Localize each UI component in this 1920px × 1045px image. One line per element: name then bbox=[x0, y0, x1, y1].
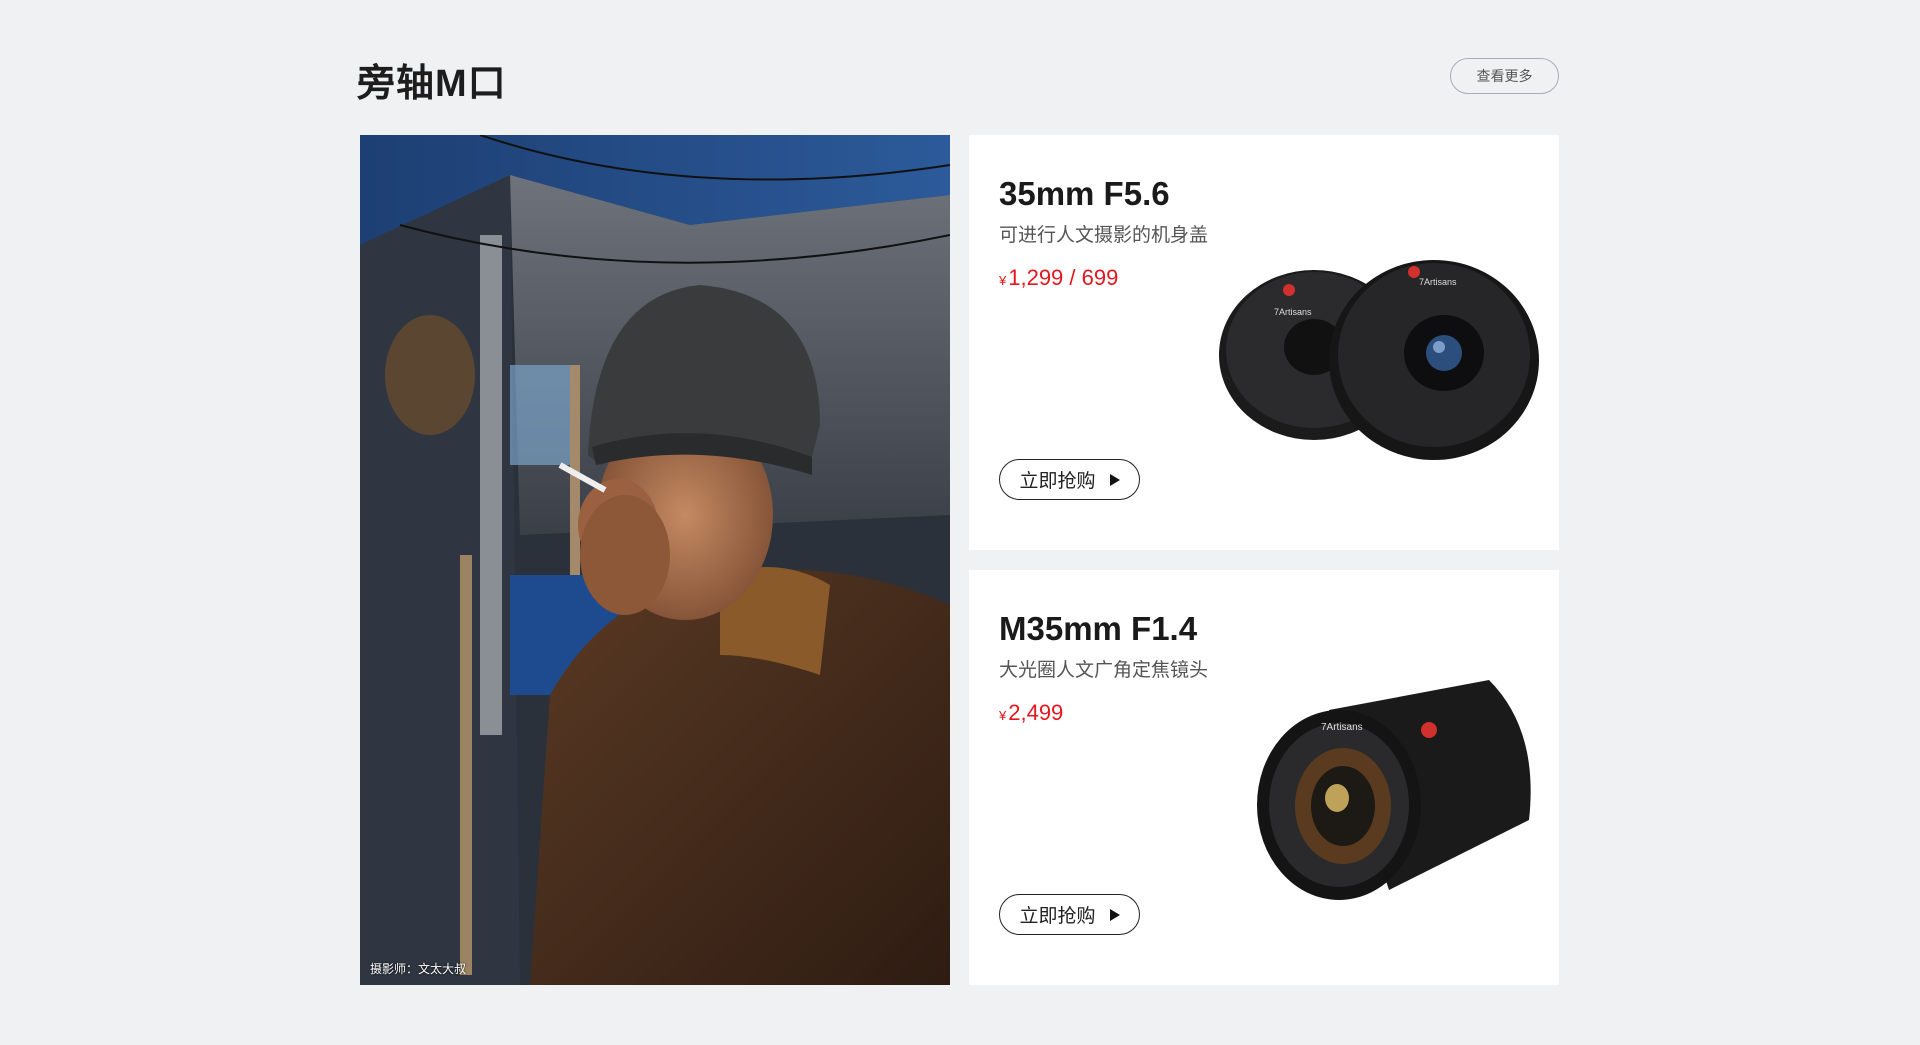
lens-brand-mark: 7Artisans bbox=[1274, 307, 1312, 317]
product-price: ¥ 1,299 / 699 bbox=[999, 265, 1118, 291]
wide-angle-lens-image[interactable]: 7Artisans bbox=[1239, 670, 1539, 920]
product-card[interactable]: 35mm F5.6 可进行人文摄影的机身盖 ¥ 1,299 / 699 立即抢购… bbox=[969, 135, 1559, 550]
product-description: 大光圈人文广角定焦镜头 bbox=[999, 660, 1209, 681]
product-name[interactable]: 35mm F5.6 bbox=[999, 175, 1170, 213]
product-price: ¥ 2,499 bbox=[999, 700, 1063, 726]
product-name[interactable]: M35mm F1.4 bbox=[999, 610, 1197, 648]
buy-now-button[interactable]: 立即抢购 bbox=[999, 894, 1140, 935]
view-more-button[interactable]: 查看更多 bbox=[1450, 58, 1559, 94]
price-value: 1,299 / 699 bbox=[1008, 265, 1119, 290]
price-value: 2,499 bbox=[1008, 700, 1064, 725]
buy-now-label: 立即抢购 bbox=[1019, 471, 1096, 492]
currency-symbol: ¥ bbox=[999, 708, 1007, 723]
play-arrow-icon bbox=[1109, 473, 1120, 486]
product-card[interactable]: M35mm F1.4 大光圈人文广角定焦镜头 ¥ 2,499 立即抢购 7Art… bbox=[969, 570, 1559, 985]
buy-now-label: 立即抢购 bbox=[1019, 906, 1096, 927]
photo-credit: 摄影师：文太大叔 bbox=[370, 962, 467, 976]
street-portrait-image bbox=[360, 135, 950, 985]
product-description: 可进行人文摄影的机身盖 bbox=[999, 225, 1209, 246]
currency-symbol: ¥ bbox=[999, 273, 1007, 288]
feature-photo: 摄影师：文太大叔 bbox=[360, 135, 950, 985]
section-title: 旁轴M口 bbox=[357, 63, 507, 105]
lens-brand-mark: 7Artisans bbox=[1419, 277, 1457, 287]
buy-now-button[interactable]: 立即抢购 bbox=[999, 459, 1140, 500]
pancake-lens-image[interactable]: 7Artisans 7Artisans bbox=[1204, 255, 1544, 475]
lens-brand-mark: 7Artisans bbox=[1321, 722, 1363, 733]
play-arrow-icon bbox=[1109, 908, 1120, 921]
